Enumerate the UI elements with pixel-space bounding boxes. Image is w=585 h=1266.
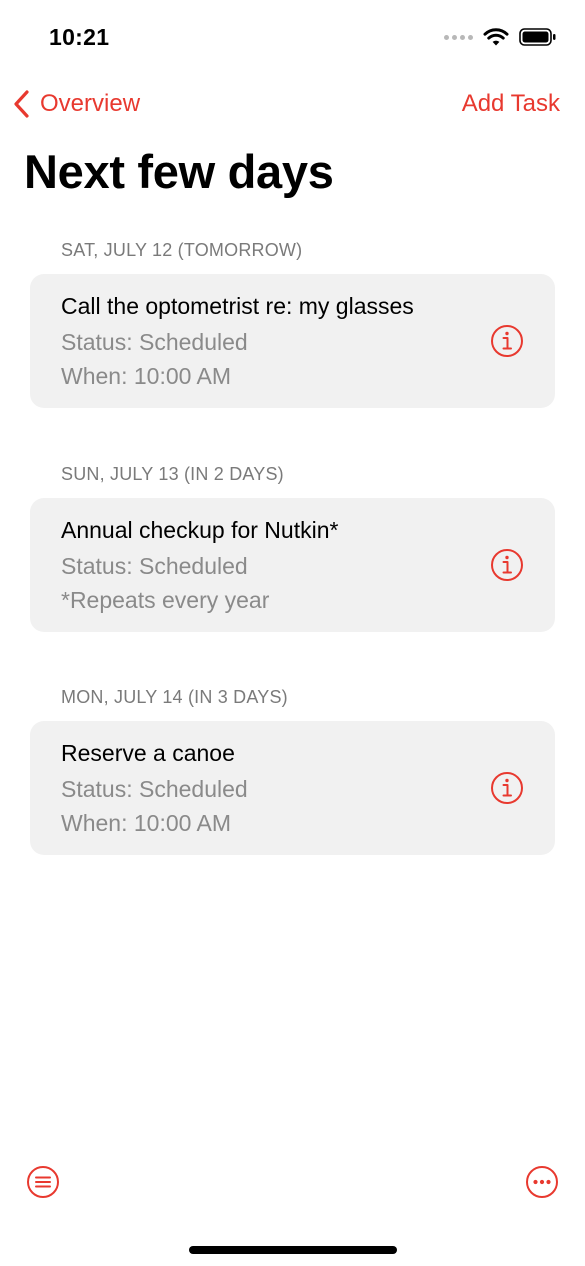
navigation-bar: Overview Add Task <box>0 84 585 128</box>
section-header-sat-july-12: SAT, JULY 12 (TOMORROW) <box>61 240 303 260</box>
info-icon[interactable] <box>490 548 524 582</box>
section-header-sun-july-13: SUN, JULY 13 (IN 2 DAYS) <box>61 464 284 484</box>
status-time: 10:21 <box>49 24 110 50</box>
info-icon[interactable] <box>490 324 524 358</box>
task-card-reserve-canoe[interactable]: Reserve a canoe Status: Scheduled When: … <box>30 721 555 855</box>
chevron-left-icon <box>14 90 29 118</box>
task-when: When: 10:00 AM <box>61 810 232 836</box>
info-icon[interactable] <box>490 771 524 805</box>
task-repeat-note: *Repeats every year <box>61 587 270 613</box>
cellular-signal-icon <box>444 34 473 40</box>
home-indicator[interactable] <box>189 1246 397 1254</box>
back-button-label: Overview <box>40 90 141 117</box>
page-title: Next few days <box>24 145 334 198</box>
task-status: Status: Scheduled <box>61 329 248 355</box>
task-title: Annual checkup for Nutkin* <box>61 517 339 543</box>
status-icons <box>444 26 557 48</box>
wifi-icon <box>483 28 509 46</box>
task-status: Status: Scheduled <box>61 553 248 579</box>
battery-icon <box>519 28 556 46</box>
more-ellipsis-icon[interactable] <box>525 1165 559 1199</box>
status-bar: 10:21 <box>0 0 585 74</box>
task-card-optometrist[interactable]: Call the optometrist re: my glasses Stat… <box>30 274 555 408</box>
task-when: When: 10:00 AM <box>61 363 232 389</box>
section-header-mon-july-14: MON, JULY 14 (IN 3 DAYS) <box>61 687 288 707</box>
task-title: Call the optometrist re: my glasses <box>61 293 414 319</box>
task-card-annual-checkup[interactable]: Annual checkup for Nutkin* Status: Sched… <box>30 498 555 632</box>
add-task-button[interactable]: Add Task <box>462 84 560 124</box>
task-title: Reserve a canoe <box>61 740 235 766</box>
back-button[interactable]: Overview <box>12 84 140 124</box>
list-bullet-icon[interactable] <box>26 1165 60 1199</box>
task-status: Status: Scheduled <box>61 776 248 802</box>
